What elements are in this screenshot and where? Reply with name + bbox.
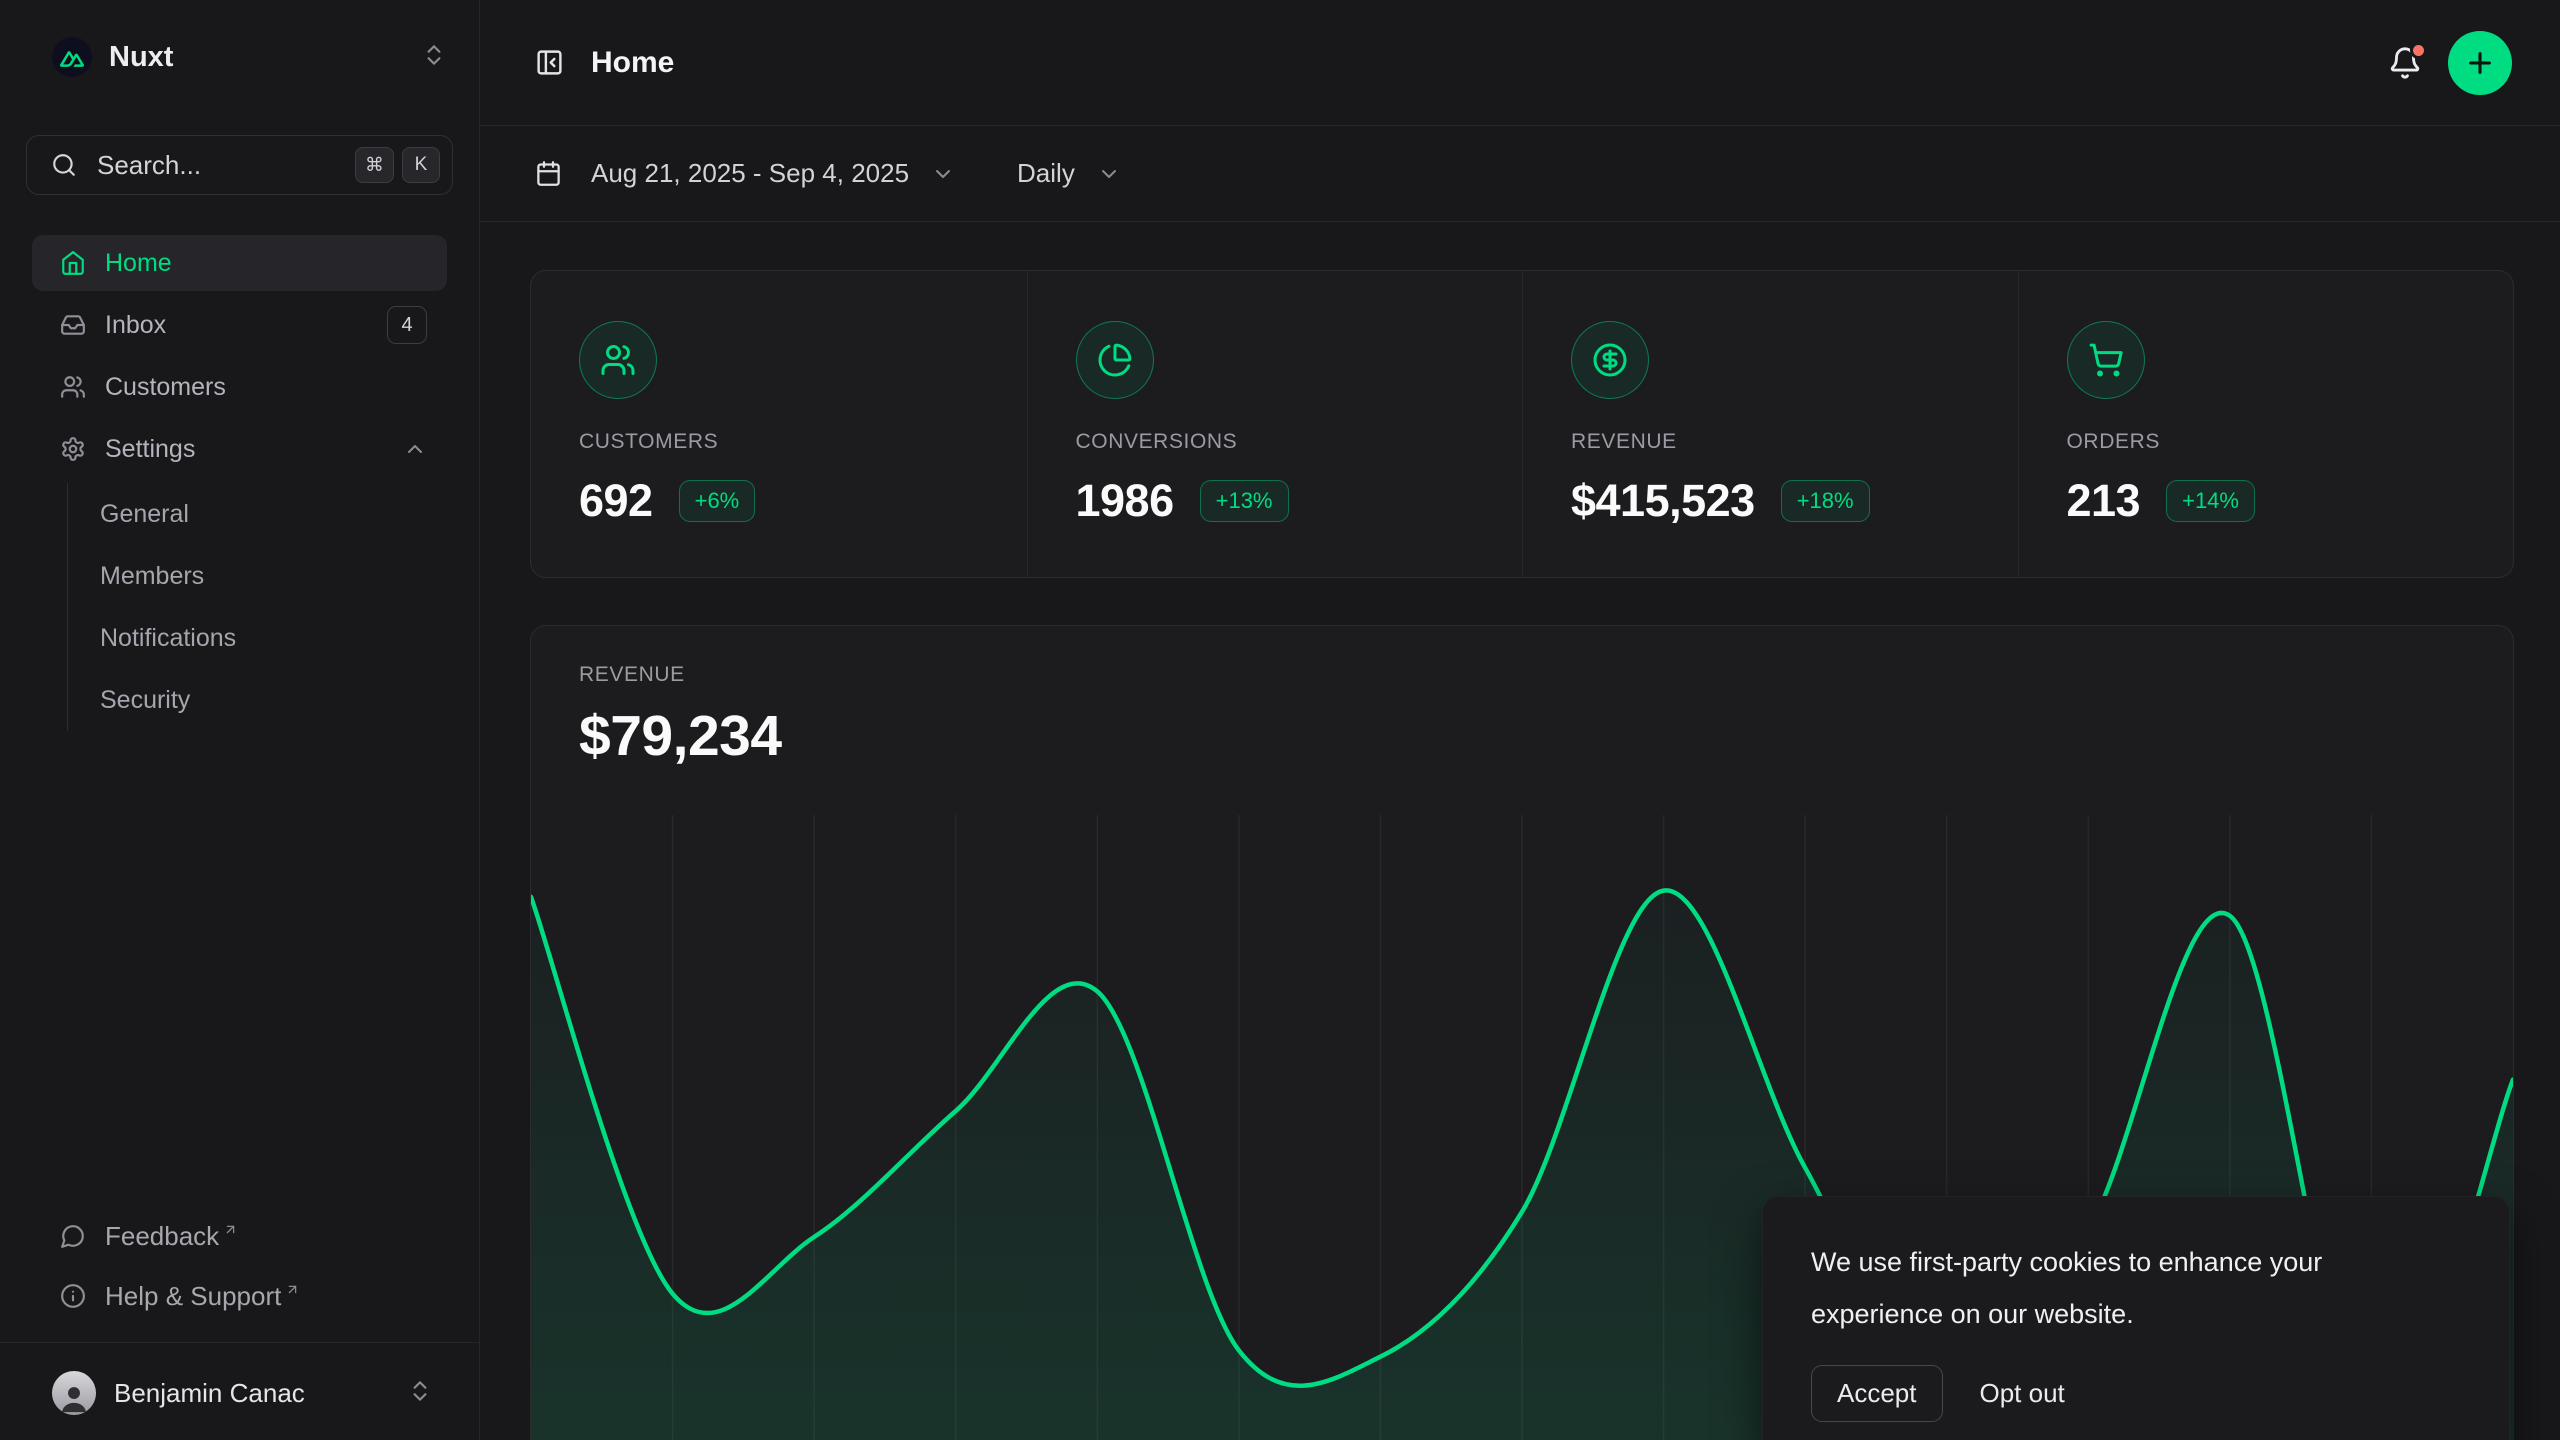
user-menu[interactable]: Benjamin Canac <box>32 1356 447 1430</box>
sidebar-item-inbox[interactable]: Inbox 4 <box>32 297 447 353</box>
home-icon <box>60 250 86 276</box>
info-circle-icon <box>60 1283 86 1309</box>
sidebar-nav: Home Inbox 4 Customers Settings <box>26 235 453 737</box>
users-icon <box>60 374 86 400</box>
page-title: Home <box>591 46 2388 80</box>
chevron-up-icon <box>403 437 427 461</box>
search-icon <box>51 152 77 178</box>
search-input[interactable]: Search... ⌘ K <box>26 135 453 195</box>
team-switcher[interactable]: Nuxt <box>52 34 447 80</box>
pie-chart-icon <box>1076 321 1154 399</box>
chevron-down-icon <box>1097 162 1121 186</box>
stat-label: CUSTOMERS <box>579 430 987 454</box>
sidebar-item-label: Home <box>105 249 427 278</box>
external-link-icon <box>223 1222 238 1237</box>
sidebar-item-label: Inbox <box>105 311 387 340</box>
date-range-picker[interactable]: Aug 21, 2025 - Sep 4, 2025 <box>535 158 955 189</box>
calendar-icon <box>535 160 562 187</box>
revenue-chart-label: REVENUE <box>579 663 2465 687</box>
stat-value: 692 <box>579 475 653 527</box>
user-name: Benjamin Canac <box>114 1378 407 1409</box>
external-link-icon <box>285 1282 300 1297</box>
panel-left-close-icon[interactable] <box>535 48 564 77</box>
stat-value: 213 <box>2067 475 2141 527</box>
stat-value: $415,523 <box>1571 475 1755 527</box>
sidebar-item-general[interactable]: General <box>68 483 447 545</box>
feedback-label: Feedback <box>105 1221 219 1252</box>
settings-icon <box>60 436 86 462</box>
date-range-label: Aug 21, 2025 - Sep 4, 2025 <box>591 158 909 189</box>
sidebar-item-settings[interactable]: Settings <box>32 421 447 477</box>
stat-card-orders: ORDERS 213 +14% <box>2018 271 2514 577</box>
shopping-cart-icon <box>2067 321 2145 399</box>
cookie-banner: We use first-party cookies to enhance yo… <box>1762 1196 2510 1440</box>
dollar-circle-icon <box>1571 321 1649 399</box>
nuxt-logo-icon <box>52 37 92 77</box>
accept-button[interactable]: Accept <box>1811 1365 1943 1422</box>
avatar <box>52 1371 96 1415</box>
stat-card-revenue: REVENUE $415,523 +18% <box>1522 271 2018 577</box>
chevrons-up-down-icon <box>407 1378 433 1409</box>
k-key: K <box>402 147 440 183</box>
sidebar-item-security[interactable]: Security <box>68 669 447 731</box>
add-button[interactable] <box>2448 31 2512 95</box>
sidebar-footer: Feedback Help & Support <box>26 1208 453 1440</box>
top-header: Home <box>480 0 2560 126</box>
granularity-select[interactable]: Daily <box>1017 158 1121 189</box>
notification-dot <box>2410 42 2427 59</box>
sidebar-item-home[interactable]: Home <box>32 235 447 291</box>
command-key: ⌘ <box>355 147 394 183</box>
sidebar-item-label: Settings <box>105 435 403 464</box>
stat-delta-badge: +13% <box>1200 480 1289 522</box>
opt-out-button[interactable]: Opt out <box>1980 1378 2065 1409</box>
notifications-button[interactable] <box>2388 46 2422 80</box>
sidebar-user-section: Benjamin Canac <box>0 1342 479 1440</box>
users-icon <box>579 321 657 399</box>
granularity-label: Daily <box>1017 158 1075 189</box>
sidebar-item-label: Customers <box>105 373 427 402</box>
team-name: Nuxt <box>109 41 421 74</box>
stat-label: CONVERSIONS <box>1076 430 1483 454</box>
inbox-icon <box>60 312 86 338</box>
stat-value: 1986 <box>1076 475 1174 527</box>
stat-card-customers: CUSTOMERS 692 +6% <box>531 271 1027 577</box>
sidebar-item-notifications[interactable]: Notifications <box>68 607 447 669</box>
feedback-link[interactable]: Feedback <box>32 1208 447 1264</box>
stat-delta-badge: +18% <box>1781 480 1870 522</box>
help-support-link[interactable]: Help & Support <box>32 1268 447 1324</box>
sidebar-item-members[interactable]: Members <box>68 545 447 607</box>
inbox-count-badge: 4 <box>387 306 427 344</box>
sidebar-item-customers[interactable]: Customers <box>32 359 447 415</box>
settings-subnav: General Members Notifications Security <box>67 483 447 731</box>
search-placeholder: Search... <box>97 150 347 181</box>
message-circle-icon <box>60 1223 86 1249</box>
sidebar: Nuxt Search... ⌘ K Home <box>0 0 480 1440</box>
stat-delta-badge: +14% <box>2166 480 2255 522</box>
stat-card-conversions: CONVERSIONS 1986 +13% <box>1027 271 1523 577</box>
plus-icon <box>2464 47 2496 79</box>
chevron-down-icon <box>931 162 955 186</box>
stat-delta-badge: +6% <box>679 480 756 522</box>
stat-label: ORDERS <box>2067 430 2474 454</box>
help-support-label: Help & Support <box>105 1281 281 1312</box>
cookie-message: We use first-party cookies to enhance yo… <box>1811 1237 2461 1341</box>
filter-bar: Aug 21, 2025 - Sep 4, 2025 Daily <box>480 126 2560 222</box>
chevrons-up-down-icon <box>421 42 447 73</box>
revenue-chart-value: $79,234 <box>579 703 2465 769</box>
stats-panel: CUSTOMERS 692 +6% CONVERSIONS 1986 +13% <box>530 270 2514 578</box>
stat-label: REVENUE <box>1571 430 1978 454</box>
